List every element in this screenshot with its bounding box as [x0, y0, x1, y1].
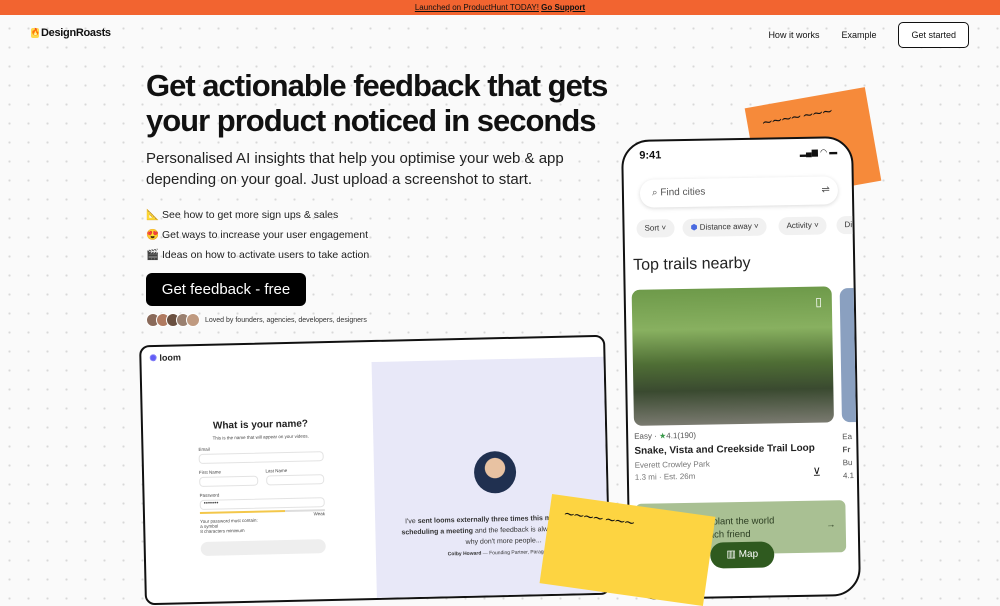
- section-title: Top trails nearby: [633, 254, 751, 274]
- social-proof-text: Loved by founders, agencies, developers,…: [205, 316, 367, 324]
- trail-photo-2[interactable]: [839, 287, 861, 423]
- loom-star-icon: ✺: [149, 352, 158, 364]
- difficulty: Easy ·: [634, 431, 660, 441]
- search-icon: ⌕: [651, 187, 658, 199]
- scribble: ~~~~ ~~~: [760, 103, 833, 132]
- ruler-icon: 📐: [146, 209, 160, 221]
- bullet-text: See how to get more sign ups & sales: [162, 209, 339, 221]
- rating: 4.1: [666, 431, 678, 441]
- chip-label: Distance away: [699, 221, 752, 232]
- reviews: (190): [677, 430, 697, 441]
- trail-title[interactable]: Snake, Vista and Creekside Trail Loop: [634, 443, 815, 457]
- author-photo: [473, 450, 517, 494]
- bookmark-icon[interactable]: ▯: [815, 295, 822, 309]
- continue-button[interactable]: [200, 539, 326, 556]
- last-name-field[interactable]: [265, 474, 325, 486]
- social-proof: Loved by founders, agencies, developers,…: [146, 313, 367, 327]
- form-title: What is your name?: [212, 418, 309, 432]
- get-started-button[interactable]: Get started: [898, 22, 969, 48]
- top-nav: How it works Example Get started: [768, 22, 969, 48]
- author: Colby Howard: [447, 550, 482, 558]
- chip-label: Di: [844, 220, 853, 230]
- bullet: 😍 Get ways to increase your user engagem…: [146, 228, 368, 241]
- filter-icon[interactable]: ⇌: [821, 176, 830, 204]
- hero-subtitle: Personalised AI insights that help you o…: [146, 150, 564, 188]
- bullet: 📐 See how to get more sign ups & sales: [146, 208, 338, 221]
- trail-stats: 1.3 mi · Est. 26m: [634, 471, 696, 482]
- chip-sort[interactable]: Sort ˅: [636, 219, 675, 238]
- trail-photo[interactable]: ▯: [631, 286, 834, 426]
- clapper-icon: 🎬: [146, 249, 160, 261]
- arrow-right-icon[interactable]: →: [826, 518, 836, 531]
- heart-eyes-icon: 😍: [146, 229, 160, 241]
- avatar: [186, 313, 200, 327]
- last-name-label: Last Name: [265, 467, 288, 474]
- banner-text[interactable]: Launched on ProductHunt TODAY!: [415, 3, 539, 12]
- bullet: 🎬 Ideas on how to activate users to take…: [146, 248, 369, 261]
- download-icon[interactable]: ⊻: [813, 466, 821, 479]
- announcement-banner[interactable]: Launched on ProductHunt TODAY! Go Suppor…: [0, 0, 1000, 15]
- c2t: Fr: [842, 445, 851, 455]
- status-icons: ▂▄▆ ◠ ▬: [799, 147, 838, 157]
- go-support-link[interactable]: Go Support: [541, 3, 585, 12]
- map-label: Map: [738, 548, 759, 561]
- first-name-field[interactable]: [199, 475, 258, 487]
- map-icon: ▥: [726, 549, 736, 561]
- chip-label: Sort: [644, 223, 660, 233]
- q1: I've: [404, 518, 418, 526]
- bullet-text: Ideas on how to activate users to take a…: [162, 249, 370, 261]
- c2p: Bu: [842, 458, 853, 468]
- bullet-text: Get ways to increase your user engagemen…: [162, 229, 369, 241]
- email-field[interactable]: [198, 451, 324, 464]
- first-name-label: First Name: [198, 469, 222, 475]
- fire-icon: 🔥: [31, 28, 40, 38]
- loom-logo: ✺ loom: [149, 352, 181, 364]
- form-hint: This is the name that will appear on you…: [212, 433, 309, 441]
- hero-title: Get actionable feedback that gets your p…: [146, 68, 608, 138]
- status-time: 9:41: [639, 149, 662, 162]
- logo[interactable]: 🔥 DesignRoasts: [31, 27, 111, 39]
- trail-park: Everett Crowley Park: [634, 459, 710, 470]
- chip-more[interactable]: Di: [836, 215, 861, 235]
- loom-signup-mockup: ✺ loom I've sent looms externally three …: [139, 334, 611, 606]
- chip-label: Activity: [786, 220, 812, 231]
- nav-how-it-works[interactable]: How it works: [768, 30, 819, 40]
- c2: Ea: [842, 432, 853, 442]
- get-feedback-button[interactable]: Get feedback - free: [146, 273, 306, 306]
- chip-activity[interactable]: Activity ˅: [778, 216, 827, 236]
- chip-distance[interactable]: ⬢ Distance away ˅: [682, 217, 767, 237]
- search-input[interactable]: ⌕ Find cities ⇌: [640, 176, 838, 207]
- c2s: 4.1: [842, 471, 855, 481]
- logo-text: DesignRoasts: [41, 27, 111, 39]
- trail-card-2: Ea Fr Bu 4.1: [842, 430, 854, 482]
- nav-example[interactable]: Example: [841, 30, 876, 40]
- map-button[interactable]: ▥ Map: [710, 541, 775, 569]
- trail-meta: Easy · ★4.1(190): [634, 431, 696, 441]
- loom-brand: loom: [159, 352, 182, 363]
- search-placeholder: Find cities: [660, 186, 706, 199]
- password-field[interactable]: •••••••: [199, 497, 325, 510]
- signup-form: What is your name? This is the name that…: [198, 418, 326, 556]
